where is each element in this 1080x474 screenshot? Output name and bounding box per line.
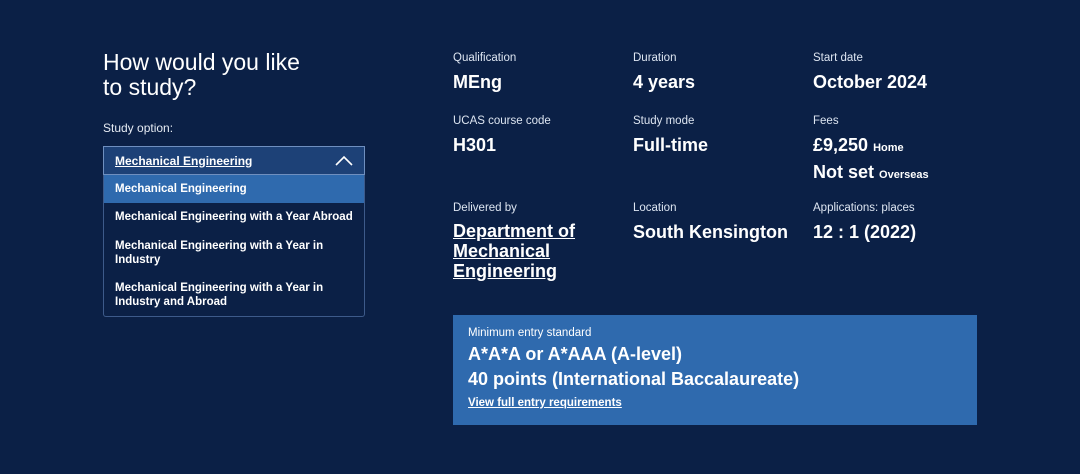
fees-home: £9,250 Home: [813, 134, 929, 159]
location-cell: Location South Kensington: [633, 201, 788, 243]
fees-overseas-value: Not set: [813, 162, 875, 182]
fees-overseas: Not set Overseas: [813, 161, 929, 186]
study-mode-label: Study mode: [633, 115, 695, 127]
view-entry-requirements-link[interactable]: View full entry requirements: [468, 397, 622, 409]
duration-label: Duration: [633, 52, 677, 64]
fees-home-value: £9,250: [813, 135, 869, 155]
start-date-label: Start date: [813, 52, 863, 64]
option-year-in-industry[interactable]: Mechanical Engineering with a Year in In…: [104, 232, 364, 274]
start-date-value: October 2024: [813, 72, 928, 92]
entry-standard-panel: Minimum entry standard A*A*A or A*AAA (A…: [453, 315, 977, 425]
applications-cell: Applications: places 12 : 1 (2022): [813, 201, 916, 243]
entry-alevel: A*A*A or A*AAA (A-level): [468, 344, 683, 364]
ucas-value: H301: [453, 135, 497, 155]
fees-cell: Fees £9,250 Home Not set Overseas: [813, 114, 929, 186]
fees-overseas-note: Overseas: [879, 169, 929, 181]
qualification-cell: Qualification MEng: [453, 51, 516, 93]
applications-label: Applications: places: [813, 202, 915, 214]
study-option-label: Study option:: [103, 121, 174, 135]
option-mechanical-engineering[interactable]: Mechanical Engineering: [104, 175, 364, 203]
qualification-value: MEng: [453, 72, 502, 92]
option-year-abroad[interactable]: Mechanical Engineering with a Year Abroa…: [104, 203, 364, 232]
option-year-in-industry-and-abroad[interactable]: Mechanical Engineering with a Year in In…: [104, 274, 364, 316]
ucas-label: UCAS course code: [453, 115, 551, 127]
ucas-cell: UCAS course code H301: [453, 114, 551, 156]
department-link[interactable]: Department of Mechanical Engineering: [453, 221, 603, 281]
delivered-by-cell: Delivered by Department of Mechanical En…: [453, 201, 603, 281]
qualification-label: Qualification: [453, 52, 517, 64]
study-heading: How would you like to study?: [103, 49, 300, 100]
fees-label: Fees: [813, 115, 839, 127]
start-date-cell: Start date October 2024: [813, 51, 927, 93]
location-value: South Kensington: [633, 222, 788, 242]
entry-ib: 40 points (International Baccalaureate): [468, 369, 800, 389]
duration-cell: Duration 4 years: [633, 51, 695, 93]
study-option-selected-value: Mechanical Engineering: [115, 153, 253, 168]
study-mode-value: Full-time: [633, 135, 708, 155]
study-option-list: Mechanical Engineering Mechanical Engine…: [103, 175, 365, 317]
fees-home-note: Home: [873, 142, 904, 154]
duration-value: 4 years: [633, 72, 696, 92]
study-mode-cell: Study mode Full-time: [633, 114, 708, 156]
delivered-by-label: Delivered by: [453, 202, 517, 214]
applications-value: 12 : 1 (2022): [813, 222, 917, 242]
study-option-select[interactable]: Mechanical Engineering: [103, 146, 365, 175]
location-label: Location: [633, 202, 677, 214]
entry-standard-label: Minimum entry standard: [468, 327, 592, 339]
chevron-up-icon: [335, 155, 353, 166]
